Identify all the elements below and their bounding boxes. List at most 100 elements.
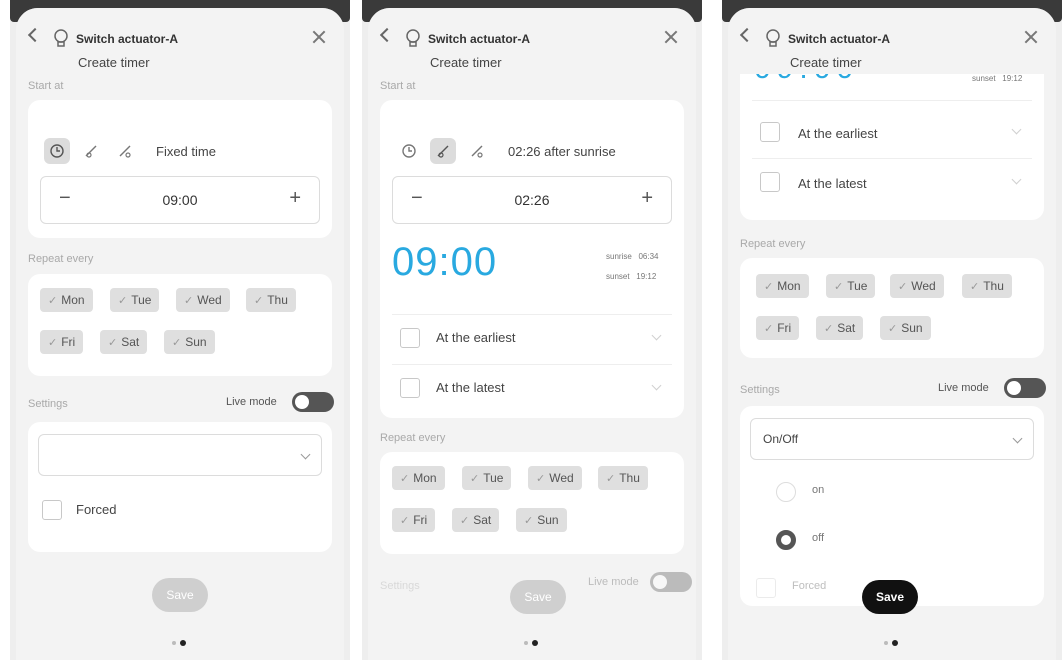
device-title: Switch actuator-A xyxy=(76,32,179,46)
sunset-mode-button[interactable] xyxy=(464,138,490,164)
page-indicator xyxy=(880,640,904,646)
chevron-down-icon[interactable] xyxy=(1011,124,1022,135)
day-chip-sun[interactable]: ✓ Sun xyxy=(164,330,215,354)
sunset-mode-button[interactable] xyxy=(112,138,138,164)
start-at-card: 02:26 after sunrise − 02:26 + 09:00 sunr… xyxy=(380,100,684,418)
sunset-icon xyxy=(119,145,131,158)
create-timer-modal: 09:00 sunset 19:12 At the earliest At th… xyxy=(728,8,1056,660)
chevron-down-icon xyxy=(300,449,311,460)
close-icon[interactable] xyxy=(312,30,326,44)
repeat-card: ✓ Mon ✓ Tue ✓ Wed ✓ Thu ✓ Fri ✓ Sat ✓ Sun xyxy=(28,274,332,376)
day-chip-wed[interactable]: ✓ Wed xyxy=(176,288,230,312)
back-icon[interactable] xyxy=(739,27,755,43)
forced-checkbox[interactable] xyxy=(42,500,62,520)
day-chip-fri[interactable]: ✓ Fri xyxy=(40,330,84,354)
live-mode-toggle[interactable] xyxy=(292,392,334,412)
at-latest-checkbox[interactable] xyxy=(760,172,780,192)
day-chip-sat[interactable]: ✓ Sat xyxy=(816,316,864,340)
action-select[interactable]: On/Off xyxy=(750,418,1034,460)
device-title: Switch actuator-A xyxy=(788,32,891,46)
day-chip-mon[interactable]: ✓ Mon xyxy=(756,274,809,298)
back-icon[interactable] xyxy=(27,27,43,43)
day-chip-tue[interactable]: ✓ Tue xyxy=(462,466,512,490)
action-select[interactable] xyxy=(38,434,322,476)
option-on-radio[interactable] xyxy=(776,482,796,502)
repeat-card: ✓ Mon ✓ Tue ✓ Wed ✓ Thu ✓ Fri ✓ Sat ✓ Sun xyxy=(380,452,684,554)
phone-screen-fixed-time: Switch actuator-A Create timer Start at … xyxy=(10,0,350,660)
day-chip-thu[interactable]: ✓ Thu xyxy=(246,288,296,312)
live-mode-toggle[interactable] xyxy=(650,572,692,592)
save-button[interactable]: Save xyxy=(862,580,918,614)
page-title: Create timer xyxy=(78,55,150,70)
fixed-time-mode-button[interactable] xyxy=(396,138,422,164)
modal-header: Switch actuator-A Create timer xyxy=(368,8,696,74)
back-icon[interactable] xyxy=(379,27,395,43)
sunset-info: sunset 19:12 xyxy=(972,74,1023,83)
settings-card: On/Off on off Forced xyxy=(740,406,1044,606)
day-chip-fri[interactable]: ✓ Fri xyxy=(392,508,436,532)
repeat-card: ✓ Mon ✓ Tue ✓ Wed ✓ Thu ✓ Fri ✓ Sat ✓ Sun xyxy=(740,258,1044,358)
increment-button[interactable]: + xyxy=(641,187,653,210)
option-on-label: on xyxy=(812,484,825,496)
day-chip-wed[interactable]: ✓ Wed xyxy=(528,466,582,490)
day-chip-tue[interactable]: ✓ Tue xyxy=(110,288,160,312)
at-earliest-label: At the earliest xyxy=(798,126,878,141)
chevron-down-icon[interactable] xyxy=(1011,174,1022,185)
time-stepper[interactable]: − 09:00 + xyxy=(40,176,320,224)
divider xyxy=(392,364,672,365)
page-dot-active xyxy=(892,640,898,646)
chevron-down-icon xyxy=(1012,433,1023,444)
day-chip-sun[interactable]: ✓ Sun xyxy=(516,508,567,532)
page-dot-active xyxy=(532,640,538,646)
page-indicator xyxy=(520,640,544,646)
day-chip-wed[interactable]: ✓ Wed xyxy=(890,274,944,298)
sunrise-mode-button[interactable] xyxy=(78,138,104,164)
bulb-icon xyxy=(406,29,420,47)
offset-value: 02:26 xyxy=(514,192,550,208)
day-chip-thu[interactable]: ✓ Thu xyxy=(962,274,1012,298)
modal-header: Switch actuator-A Create timer xyxy=(728,8,1056,74)
close-icon[interactable] xyxy=(664,30,678,44)
modal-header: Switch actuator-A Create timer xyxy=(16,8,344,74)
page-title: Create timer xyxy=(430,55,502,70)
day-chip-sat[interactable]: ✓ Sat xyxy=(100,330,148,354)
sunrise-mode-button[interactable] xyxy=(430,138,456,164)
clock-icon xyxy=(402,144,416,158)
at-earliest-checkbox[interactable] xyxy=(760,122,780,142)
mode-description: 02:26 after sunrise xyxy=(508,144,616,159)
sunrise-icon xyxy=(437,145,449,158)
fixed-time-mode-button[interactable] xyxy=(44,138,70,164)
forced-checkbox[interactable] xyxy=(756,578,776,598)
save-button[interactable]: Save xyxy=(510,580,566,614)
at-earliest-checkbox[interactable] xyxy=(400,328,420,348)
option-off-label: off xyxy=(812,532,825,544)
close-icon[interactable] xyxy=(1024,30,1038,44)
start-at-card: 09:00 sunset 19:12 At the earliest At th… xyxy=(740,52,1044,220)
repeat-every-label: Repeat every xyxy=(740,238,806,250)
day-chip-fri[interactable]: ✓ Fri xyxy=(756,316,800,340)
bulb-icon xyxy=(766,29,780,47)
start-at-card: Fixed time − 09:00 + xyxy=(28,100,332,238)
day-chip-mon[interactable]: ✓ Mon xyxy=(392,466,445,490)
save-button[interactable]: Save xyxy=(152,578,208,612)
start-at-label: Start at xyxy=(28,80,64,92)
mode-description: Fixed time xyxy=(156,144,216,159)
chevron-down-icon[interactable] xyxy=(651,330,662,341)
at-earliest-label: At the earliest xyxy=(436,330,516,345)
at-latest-checkbox[interactable] xyxy=(400,378,420,398)
day-chip-thu[interactable]: ✓ Thu xyxy=(598,466,648,490)
forced-label: Forced xyxy=(76,502,117,517)
chevron-down-icon[interactable] xyxy=(651,380,662,391)
day-chip-sat[interactable]: ✓ Sat xyxy=(452,508,500,532)
sunrise-icon xyxy=(85,145,97,158)
live-mode-label: Live mode xyxy=(938,382,989,394)
repeat-every-label: Repeat every xyxy=(28,253,94,265)
option-off-radio[interactable] xyxy=(776,530,796,550)
day-chip-tue[interactable]: ✓ Tue xyxy=(826,274,876,298)
divider xyxy=(752,158,1032,159)
increment-button[interactable]: + xyxy=(289,187,301,210)
live-mode-toggle[interactable] xyxy=(1004,378,1046,398)
day-chip-mon[interactable]: ✓ Mon xyxy=(40,288,93,312)
offset-stepper[interactable]: − 02:26 + xyxy=(392,176,672,224)
day-chip-sun[interactable]: ✓ Sun xyxy=(880,316,931,340)
